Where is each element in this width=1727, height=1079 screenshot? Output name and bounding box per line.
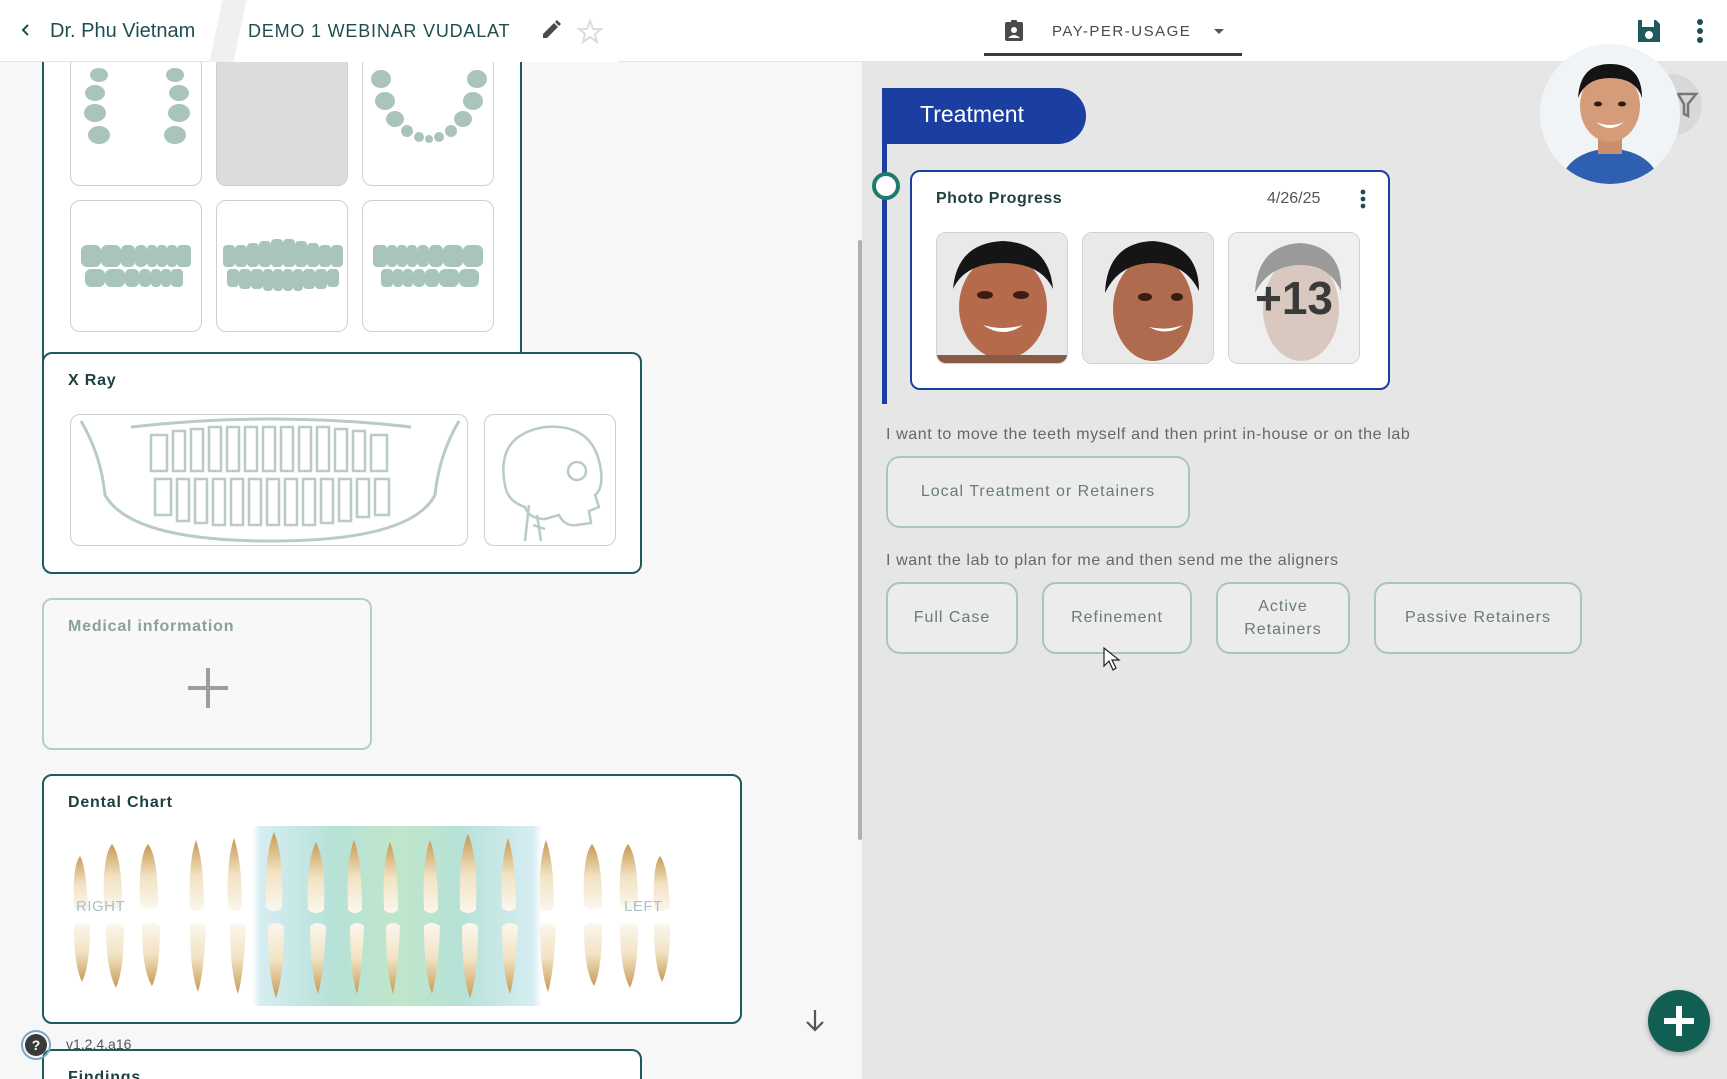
- cephalometric-xray-thumb[interactable]: [484, 414, 616, 546]
- save-icon[interactable]: [1634, 16, 1664, 46]
- presenter-avatar: [1540, 44, 1680, 184]
- plan-label: PAY-PER-USAGE: [1052, 23, 1192, 40]
- add-fab-button[interactable]: [1648, 990, 1710, 1052]
- mouse-cursor-icon: [1102, 646, 1122, 672]
- xray-title: X Ray: [68, 372, 117, 389]
- clipboard-user-icon: [1002, 19, 1026, 43]
- medical-info-card[interactable]: Medical information: [42, 598, 372, 750]
- local-treatment-button[interactable]: Local Treatment or Retainers: [886, 456, 1190, 528]
- patient-photo-oblique[interactable]: [1082, 232, 1214, 364]
- full-case-button[interactable]: Full Case: [886, 582, 1018, 654]
- active-retainers-button[interactable]: Active Retainers: [1216, 582, 1350, 654]
- pencil-icon[interactable]: [538, 18, 564, 44]
- svg-text:?: ?: [32, 1037, 41, 1053]
- top-bar: Dr. Phu Vietnam DEMO 1 WEBINAR VUDALAT P…: [0, 0, 1727, 62]
- right-panel: Treatment Photo Progress 4/26/25 +13 I w…: [862, 62, 1727, 1079]
- app-version: v1.2.4.a16: [66, 1036, 132, 1052]
- patient-photo-front[interactable]: [936, 232, 1068, 364]
- empty-thumb[interactable]: [216, 62, 348, 186]
- plan-select[interactable]: PAY-PER-USAGE: [984, 12, 1242, 56]
- findings-title: Findings: [68, 1069, 142, 1079]
- treatment-label: Treatment: [920, 101, 1024, 127]
- caret-down-icon: [1214, 29, 1224, 34]
- dental-chart-card: Dental Chart RIGHT LEFT: [42, 774, 742, 1024]
- case-title: DEMO 1 WEBINAR VUDALAT: [248, 21, 511, 41]
- passive-retainers-button[interactable]: Passive Retainers: [1374, 582, 1582, 654]
- lab-plan-hint: I want the lab to plan for me and then s…: [886, 552, 1339, 569]
- photo-progress-card[interactable]: Photo Progress 4/26/25 +13: [910, 170, 1390, 390]
- photo-progress-date: 4/26/25: [1267, 190, 1321, 207]
- timeline-line: [882, 118, 887, 404]
- local-treatment-hint: I want to move the teeth myself and then…: [886, 426, 1411, 443]
- dental-chart-title: Dental Chart: [68, 794, 173, 811]
- more-vert-icon[interactable]: [1356, 188, 1370, 210]
- help-icon[interactable]: ?: [18, 1030, 54, 1060]
- star-icon[interactable]: [576, 18, 604, 46]
- more-vert-icon[interactable]: [1690, 16, 1710, 46]
- medical-info-title: Medical information: [68, 618, 235, 635]
- lower-arch-thumb[interactable]: [362, 62, 494, 186]
- dental-chart-left-label: LEFT: [624, 898, 663, 915]
- doctor-name[interactable]: Dr. Phu Vietnam: [50, 20, 195, 43]
- photo-progress-title: Photo Progress: [936, 190, 1063, 207]
- dental-chart-right-label: RIGHT: [76, 898, 126, 915]
- right-bite-thumb[interactable]: [70, 200, 202, 332]
- chevron-left-icon[interactable]: [14, 18, 38, 42]
- plus-icon: [186, 666, 230, 710]
- front-bite-thumb[interactable]: [216, 200, 348, 332]
- patient-photo-more[interactable]: +13: [1228, 232, 1360, 364]
- left-panel: X Ray Medical information Dental Chart R…: [0, 62, 862, 1079]
- left-bite-thumb[interactable]: [362, 200, 494, 332]
- photo-more-count: +13: [1254, 272, 1334, 324]
- xray-card: X Ray: [42, 352, 642, 574]
- findings-card: Findings: [42, 1049, 642, 1079]
- dental-chart[interactable]: RIGHT LEFT: [64, 826, 720, 1006]
- scan-card: [42, 62, 522, 388]
- upper-arch-thumb[interactable]: [70, 62, 202, 186]
- panoramic-xray-thumb[interactable]: [70, 414, 468, 546]
- refinement-button[interactable]: Refinement: [1042, 582, 1192, 654]
- arrow-down-icon[interactable]: [800, 1006, 830, 1036]
- timeline-node: [872, 172, 900, 200]
